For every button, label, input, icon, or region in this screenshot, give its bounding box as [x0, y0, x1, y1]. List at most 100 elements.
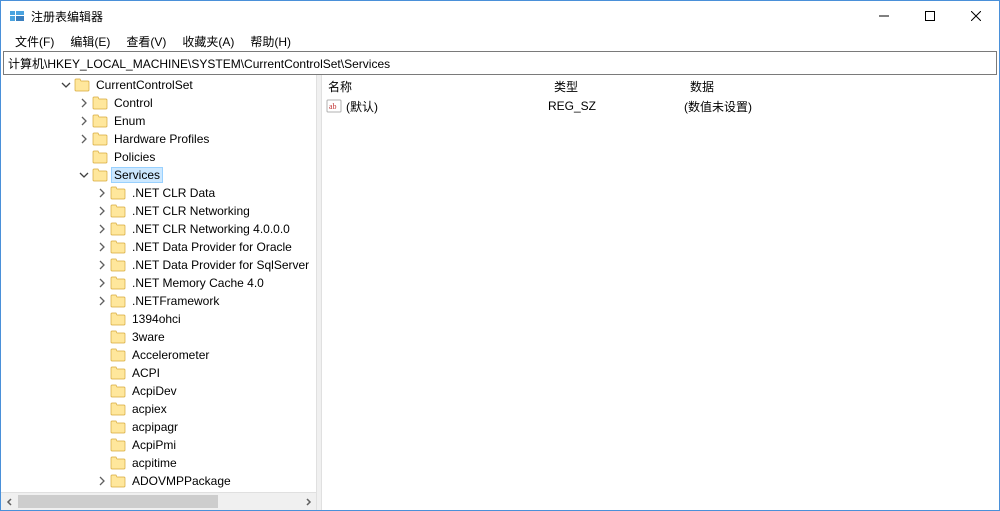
tree-node-label: acpitime [130, 456, 179, 470]
expander-placeholder [94, 329, 110, 345]
expand-icon[interactable] [94, 185, 110, 201]
collapse-icon[interactable] [58, 77, 74, 93]
reg-sz-icon: ab [326, 98, 342, 114]
scroll-track[interactable] [18, 493, 299, 510]
tree-node[interactable]: .NET Data Provider for Oracle [1, 238, 316, 256]
folder-icon [110, 474, 126, 488]
tree-panel: CurrentControlSetControlEnumHardware Pro… [1, 75, 316, 510]
expand-icon[interactable] [76, 131, 92, 147]
column-name[interactable]: 名称 [322, 78, 548, 95]
close-button[interactable] [953, 1, 999, 31]
tree-node[interactable]: Hardware Profiles [1, 130, 316, 148]
tree-node[interactable]: 3ware [1, 328, 316, 346]
tree-node[interactable]: CurrentControlSet [1, 76, 316, 94]
folder-icon [92, 132, 108, 146]
maximize-button[interactable] [907, 1, 953, 31]
tree-node[interactable]: acpitime [1, 454, 316, 472]
minimize-button[interactable] [861, 1, 907, 31]
tree-node[interactable]: .NET CLR Data [1, 184, 316, 202]
expand-icon[interactable] [76, 113, 92, 129]
tree-node-label: .NET CLR Networking 4.0.0.0 [130, 222, 292, 236]
tree-view[interactable]: CurrentControlSetControlEnumHardware Pro… [1, 75, 316, 492]
folder-icon [74, 78, 90, 92]
tree-node[interactable]: Policies [1, 148, 316, 166]
tree-node[interactable]: Services [1, 166, 316, 184]
registry-editor-window: 注册表编辑器 文件(F) 编辑(E) 查看(V) 收藏夹(A) 帮助(H) 计算… [0, 0, 1000, 511]
tree-horizontal-scrollbar[interactable] [1, 492, 316, 510]
expander-placeholder [94, 311, 110, 327]
menubar: 文件(F) 编辑(E) 查看(V) 收藏夹(A) 帮助(H) [1, 31, 999, 51]
tree-node-label: .NET CLR Networking [130, 204, 252, 218]
list-panel: 名称 类型 数据 ab(默认)REG_SZ(数值未设置) [322, 75, 999, 510]
scroll-right-arrow-icon[interactable] [299, 493, 316, 510]
tree-node[interactable]: 1394ohci [1, 310, 316, 328]
tree-node[interactable]: Enum [1, 112, 316, 130]
tree-node[interactable]: acpipagr [1, 418, 316, 436]
collapse-icon[interactable] [76, 167, 92, 183]
scroll-left-arrow-icon[interactable] [1, 493, 18, 510]
column-data[interactable]: 数据 [684, 78, 999, 95]
expander-placeholder [94, 347, 110, 363]
expand-icon[interactable] [94, 257, 110, 273]
expand-icon[interactable] [94, 473, 110, 489]
tree-node[interactable]: Accelerometer [1, 346, 316, 364]
expander-placeholder [94, 383, 110, 399]
tree-node[interactable]: .NET Memory Cache 4.0 [1, 274, 316, 292]
address-bar[interactable]: 计算机\HKEY_LOCAL_MACHINE\SYSTEM\CurrentCon… [3, 51, 997, 75]
expand-icon[interactable] [94, 203, 110, 219]
tree-node-label: Policies [112, 150, 157, 164]
list-body[interactable]: ab(默认)REG_SZ(数值未设置) [322, 97, 999, 510]
expander-placeholder [94, 365, 110, 381]
list-row[interactable]: ab(默认)REG_SZ(数值未设置) [322, 97, 999, 115]
tree-node-label: Accelerometer [130, 348, 211, 362]
cell-data: (数值未设置) [678, 98, 999, 115]
expander-placeholder [94, 401, 110, 417]
folder-icon [110, 366, 126, 380]
main-area: CurrentControlSetControlEnumHardware Pro… [1, 75, 999, 510]
expander-placeholder [94, 455, 110, 471]
menu-favorites[interactable]: 收藏夹(A) [174, 32, 242, 51]
tree-node[interactable]: AcpiDev [1, 382, 316, 400]
scroll-thumb[interactable] [18, 495, 218, 508]
folder-icon [110, 330, 126, 344]
tree-node[interactable]: ADOVMPPackage [1, 472, 316, 490]
list-header: 名称 类型 数据 [322, 75, 999, 97]
expander-placeholder [94, 419, 110, 435]
tree-node-label: .NET Memory Cache 4.0 [130, 276, 266, 290]
tree-node-label: .NET CLR Data [130, 186, 217, 200]
expander-placeholder [76, 149, 92, 165]
tree-node[interactable]: Control [1, 94, 316, 112]
folder-icon [110, 204, 126, 218]
expand-icon[interactable] [94, 293, 110, 309]
folder-icon [110, 186, 126, 200]
expand-icon[interactable] [94, 239, 110, 255]
tree-node[interactable]: .NET Data Provider for SqlServer [1, 256, 316, 274]
tree-node-label: .NETFramework [130, 294, 221, 308]
tree-node-label: AcpiPmi [130, 438, 178, 452]
menu-file[interactable]: 文件(F) [7, 32, 62, 51]
tree-node-label: .NET Data Provider for Oracle [130, 240, 294, 254]
tree-node[interactable]: ACPI [1, 364, 316, 382]
menu-edit[interactable]: 编辑(E) [62, 32, 118, 51]
tree-node[interactable]: .NET CLR Networking 4.0.0.0 [1, 220, 316, 238]
tree-node[interactable]: .NETFramework [1, 292, 316, 310]
cell-name: ab(默认) [322, 98, 542, 115]
expand-icon[interactable] [94, 275, 110, 291]
folder-icon [110, 384, 126, 398]
tree-node-label: ADOVMPPackage [130, 474, 233, 488]
expand-icon[interactable] [76, 95, 92, 111]
cell-type: REG_SZ [542, 99, 678, 113]
tree-node-label: acpipagr [130, 420, 180, 434]
column-type[interactable]: 类型 [548, 78, 684, 95]
tree-node-label: 1394ohci [130, 312, 183, 326]
titlebar: 注册表编辑器 [1, 1, 999, 31]
folder-icon [110, 222, 126, 236]
folder-icon [110, 276, 126, 290]
tree-node[interactable]: AcpiPmi [1, 436, 316, 454]
menu-view[interactable]: 查看(V) [118, 32, 174, 51]
expander-placeholder [94, 437, 110, 453]
menu-help[interactable]: 帮助(H) [242, 32, 299, 51]
tree-node[interactable]: acpiex [1, 400, 316, 418]
tree-node[interactable]: .NET CLR Networking [1, 202, 316, 220]
expand-icon[interactable] [94, 221, 110, 237]
